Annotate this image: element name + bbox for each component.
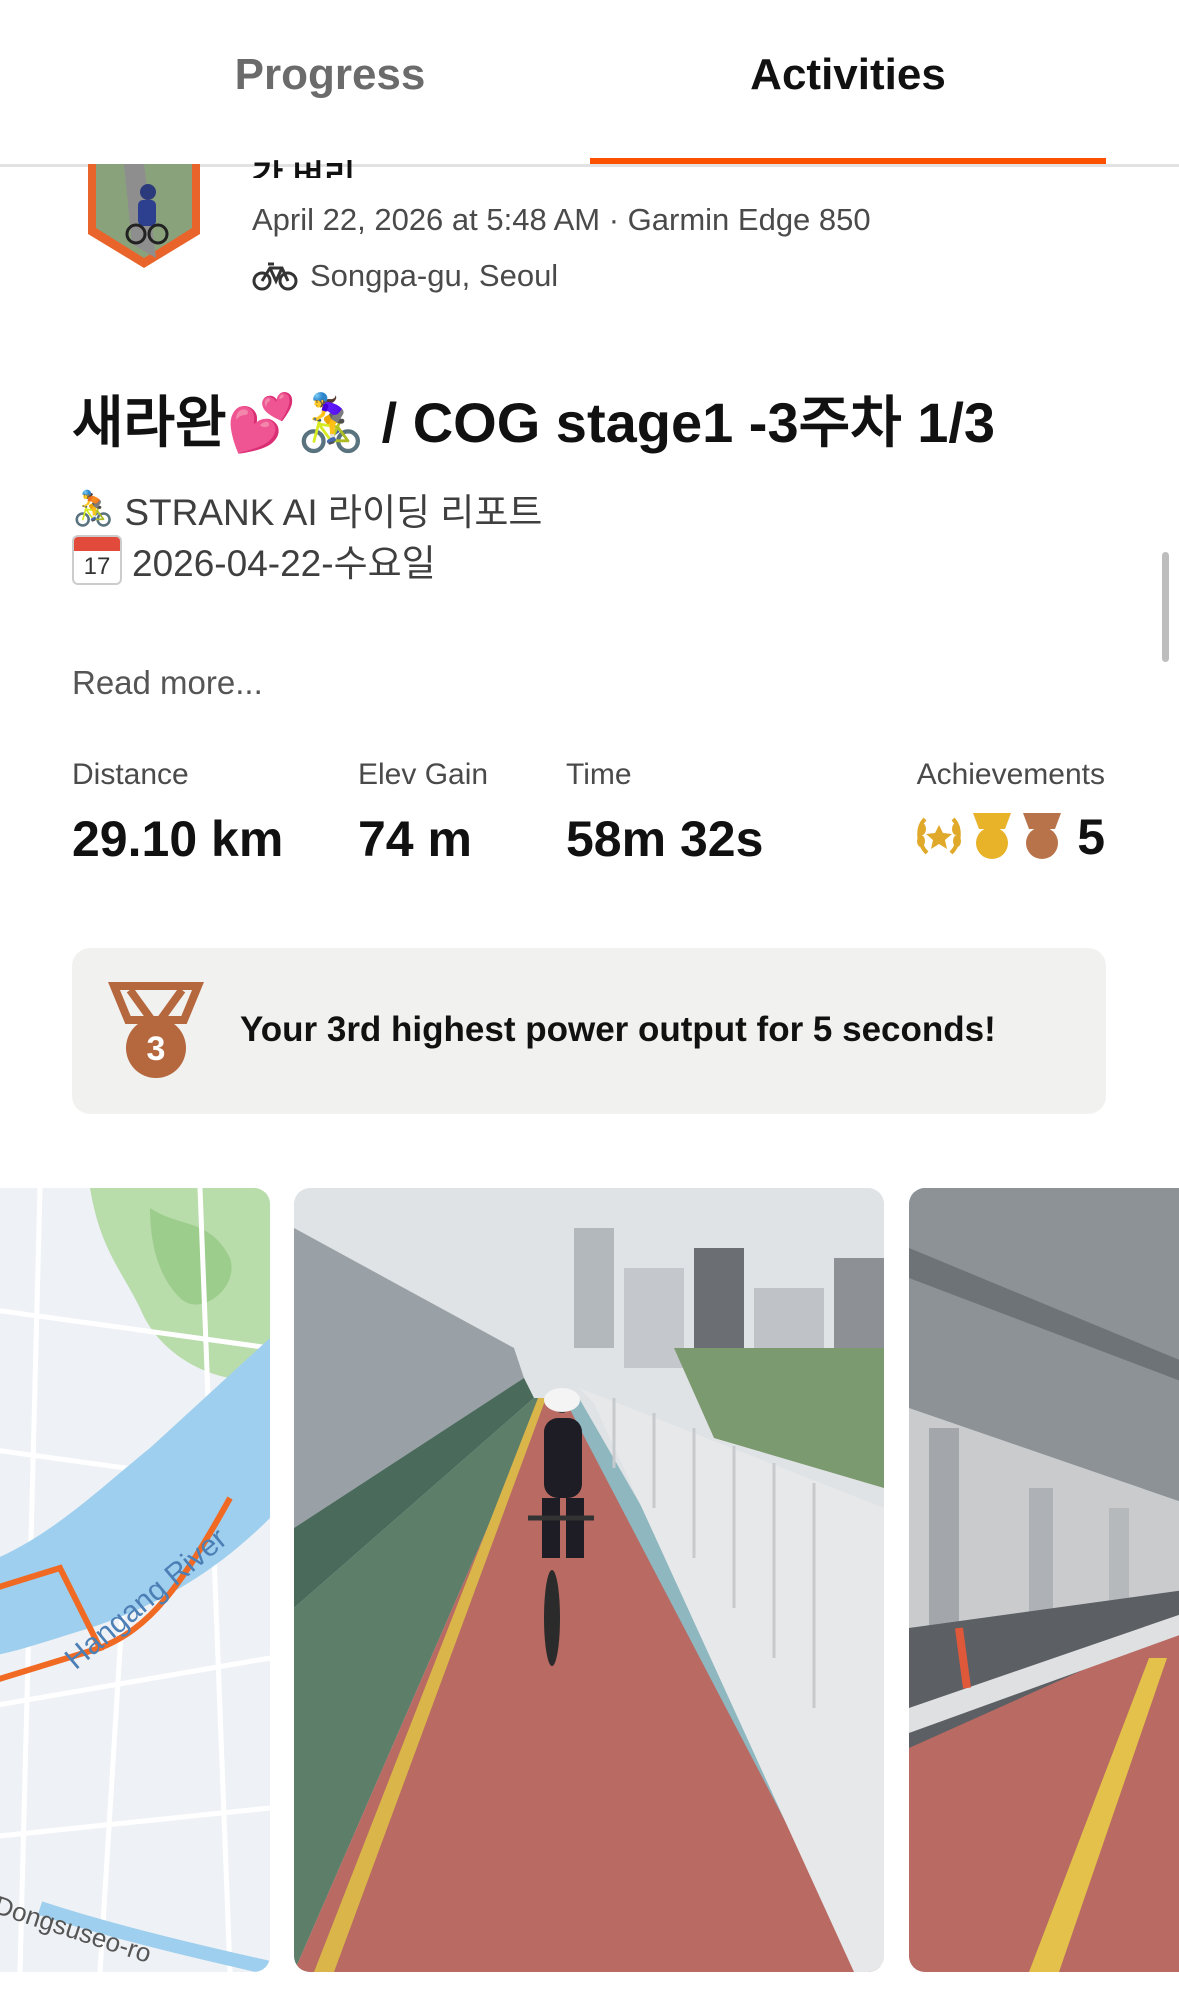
bronze-medal-icon (1023, 813, 1062, 859)
route-map[interactable]: Hangang River Dongsuseo-ro (0, 1188, 270, 1972)
laurel-icon (917, 817, 962, 855)
stat-value: 58m 32s (566, 811, 764, 867)
activity-photo-cyclist[interactable] (294, 1188, 884, 1972)
activity-location: Songpa-gu, Seoul (252, 258, 558, 294)
description-text-1: STRANK AI 라이딩 리포트 (124, 492, 543, 533)
description-line-2: 17 2026-04-22-수요일 (72, 533, 436, 587)
active-tab-indicator (590, 158, 1106, 164)
location-text: Songpa-gu, Seoul (310, 258, 559, 293)
gold-medal-icon (973, 813, 1012, 859)
calendar-icon: 17 (72, 535, 122, 585)
stat-label: Time (566, 758, 632, 791)
stat-achievements[interactable]: Achievements 5 (913, 758, 1105, 866)
tab-activities[interactable]: Activities (588, 50, 1108, 100)
tab-progress[interactable]: Progress (70, 50, 590, 100)
stat-label: Achievements (916, 758, 1105, 791)
svg-text:3: 3 (147, 1030, 166, 1068)
description-line-1: 🚴 STRANK AI 라이딩 리포트 (72, 482, 542, 536)
stat-value: 29.10 km (72, 811, 284, 867)
bronze-medal-icon: 3 (108, 982, 204, 1078)
activity-meta: April 22, 2026 at 5:48 AM · Garmin Edge … (252, 202, 871, 237)
read-more-link[interactable]: Read more... (72, 664, 263, 702)
athlete-avatar[interactable] (84, 164, 204, 270)
athlete-name[interactable]: 강 벼리 (252, 150, 355, 178)
achievement-count: 5 (1077, 809, 1105, 865)
activity-title[interactable]: 새라완💕🚴‍♀️ / COG stage1 -3주차 1/3 (72, 378, 995, 459)
stat-time: Time 58m 32s (566, 758, 763, 868)
achievement-banner[interactable]: 3 Your 3rd highest power output for 5 se… (72, 948, 1106, 1114)
tab-bar: Progress Activities (0, 0, 1179, 167)
description-text-2: 2026-04-22-수요일 (132, 543, 436, 584)
stat-label: Distance (72, 758, 189, 791)
stat-label: Elev Gain (358, 758, 489, 791)
stat-elev-gain: Elev Gain 74 m (358, 758, 488, 868)
activity-photo-bridge[interactable] (909, 1188, 1179, 1972)
scrollbar[interactable] (1162, 552, 1169, 662)
achievement-text: Your 3rd highest power output for 5 seco… (240, 1010, 996, 1049)
stat-distance: Distance 29.10 km (72, 758, 283, 868)
stat-value: 74 m (358, 811, 472, 867)
cyclist-emoji: 🚴 (72, 490, 115, 528)
bike-icon (252, 262, 298, 291)
